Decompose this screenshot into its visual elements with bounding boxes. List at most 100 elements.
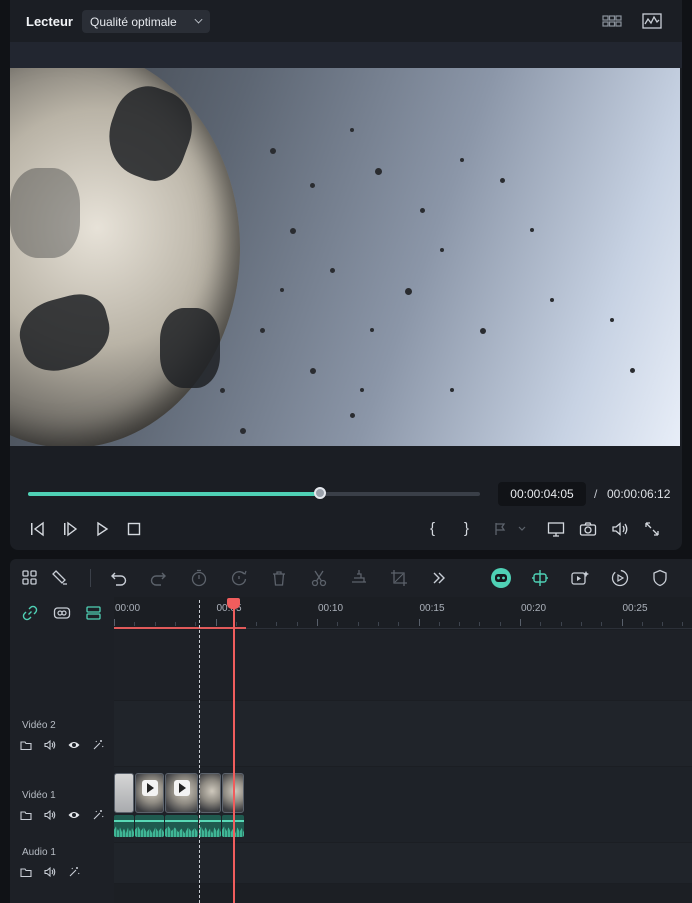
magnet-select-icon[interactable]	[50, 568, 70, 588]
video-clip[interactable]	[114, 773, 134, 813]
progress-knob[interactable]	[313, 487, 326, 499]
video-clip[interactable]	[199, 773, 221, 813]
more-icon[interactable]	[429, 568, 449, 588]
prev-frame-icon[interactable]	[28, 520, 46, 538]
split-marker-icon[interactable]	[530, 568, 550, 588]
play-icon[interactable]	[93, 520, 111, 538]
speaker-icon[interactable]	[44, 809, 56, 821]
link-icon[interactable]	[22, 605, 38, 621]
folder-icon[interactable]	[20, 809, 32, 821]
video-preview[interactable]	[10, 68, 680, 446]
playback-progress: 00:00:04:05 / 00:00:06:12	[10, 478, 682, 508]
ruler-minor-tick	[256, 622, 258, 626]
crop-icon[interactable]	[389, 568, 409, 588]
magic-wand-icon[interactable]	[92, 809, 104, 821]
folder-icon[interactable]	[20, 866, 32, 878]
video-clip[interactable]	[135, 773, 164, 813]
ruler-tick	[520, 619, 521, 626]
progress-track[interactable]	[28, 492, 480, 496]
lane-audio-1[interactable]	[114, 843, 692, 883]
track-controls-audio-1	[20, 866, 110, 880]
speed-icon[interactable]	[189, 568, 209, 588]
layout-icon[interactable]	[20, 568, 40, 588]
ruler-minor-tick	[540, 622, 542, 626]
track-controls-video-1	[20, 809, 110, 823]
player-toolbar-strip	[10, 42, 682, 68]
ruler-label: 00:10	[318, 603, 344, 614]
ruler-tick	[418, 619, 420, 626]
track-manage-icon[interactable]	[85, 605, 103, 621]
eye-icon[interactable]	[68, 739, 80, 751]
undo-icon[interactable]	[109, 568, 129, 588]
ruler-minor-tick	[377, 622, 379, 626]
fullscreen-icon[interactable]	[643, 520, 661, 538]
video-clip[interactable]	[165, 773, 198, 813]
toolbar-divider	[90, 569, 91, 587]
snap-guide-line	[199, 600, 200, 903]
grid-view-icon[interactable]	[602, 13, 622, 29]
eye-icon[interactable]	[68, 809, 80, 821]
chevron-down-icon	[194, 15, 203, 24]
display-icon[interactable]	[547, 520, 565, 538]
lane-bottom	[114, 884, 692, 903]
ai-robot-icon[interactable]	[490, 567, 512, 589]
time-separator: /	[594, 487, 598, 501]
ruler-minor-tick	[560, 622, 562, 626]
ruler-label: 00:20	[521, 603, 547, 614]
timeline-toolbar	[10, 559, 692, 597]
total-time: 00:00:06:12	[607, 487, 671, 501]
player-title: Lecteur	[26, 14, 73, 29]
work-area-range	[114, 627, 246, 629]
quality-select[interactable]: Qualité optimale	[82, 10, 210, 33]
speed-ramp-icon[interactable]	[610, 568, 630, 588]
mark-out-icon[interactable]: }	[464, 520, 482, 538]
timeline-ruler[interactable]: 00:0000:0500:1000:1500:2000:25	[114, 597, 692, 629]
ruler-label: 00:25	[622, 603, 648, 614]
audio-clip[interactable]	[114, 815, 134, 837]
playhead-handle[interactable]	[227, 598, 240, 609]
ruler-label: 00:15	[419, 603, 445, 614]
redo-icon[interactable]	[148, 568, 168, 588]
audio-clip[interactable]	[165, 815, 198, 837]
play-icon	[142, 780, 158, 796]
cut-icon[interactable]	[309, 568, 329, 588]
shield-icon[interactable]	[650, 568, 670, 588]
group-icon[interactable]	[53, 605, 71, 621]
speaker-icon[interactable]	[44, 866, 56, 878]
magic-wand-icon[interactable]	[92, 739, 104, 751]
ruler-minor-tick	[398, 622, 400, 626]
ruler-minor-tick	[357, 622, 359, 626]
mark-in-icon[interactable]: {	[430, 520, 448, 538]
stop-icon[interactable]	[125, 520, 143, 538]
ruler-minor-tick	[174, 622, 176, 626]
ruler-minor-tick	[235, 622, 237, 626]
folder-icon[interactable]	[20, 739, 32, 751]
playhead-line[interactable]	[233, 600, 235, 903]
timer-icon[interactable]	[229, 568, 249, 588]
lane-video-2[interactable]	[114, 701, 692, 766]
ruler-tick	[317, 619, 318, 626]
ruler-minor-tick	[337, 622, 339, 626]
volume-icon[interactable]	[611, 520, 629, 538]
ruler-minor-tick	[682, 622, 684, 626]
player-panel: Lecteur Qualité optimale 00:00:04:05 / 0…	[10, 0, 682, 550]
soccer-ball-image	[10, 68, 240, 446]
next-frame-icon[interactable]	[61, 520, 79, 538]
ruler-minor-tick	[154, 622, 156, 626]
track-label-audio-1: Audio 1	[22, 847, 56, 858]
player-header: Lecteur Qualité optimale	[10, 0, 682, 42]
speaker-icon[interactable]	[44, 739, 56, 751]
audio-clip[interactable]	[199, 815, 221, 837]
marker-icon[interactable]	[492, 520, 528, 538]
video-ai-icon[interactable]	[570, 568, 590, 588]
crop-audio-icon[interactable]	[349, 568, 369, 588]
snapshot-icon[interactable]	[579, 520, 597, 538]
ruler-minor-tick	[601, 622, 603, 626]
waveform-monitor-icon[interactable]	[642, 13, 662, 29]
delete-icon[interactable]	[269, 568, 289, 588]
current-time[interactable]: 00:00:04:05	[498, 482, 586, 506]
progress-fill	[28, 492, 320, 496]
audio-clip[interactable]	[135, 815, 164, 837]
ruler-tick	[621, 619, 623, 626]
magic-wand-icon[interactable]	[68, 866, 80, 878]
